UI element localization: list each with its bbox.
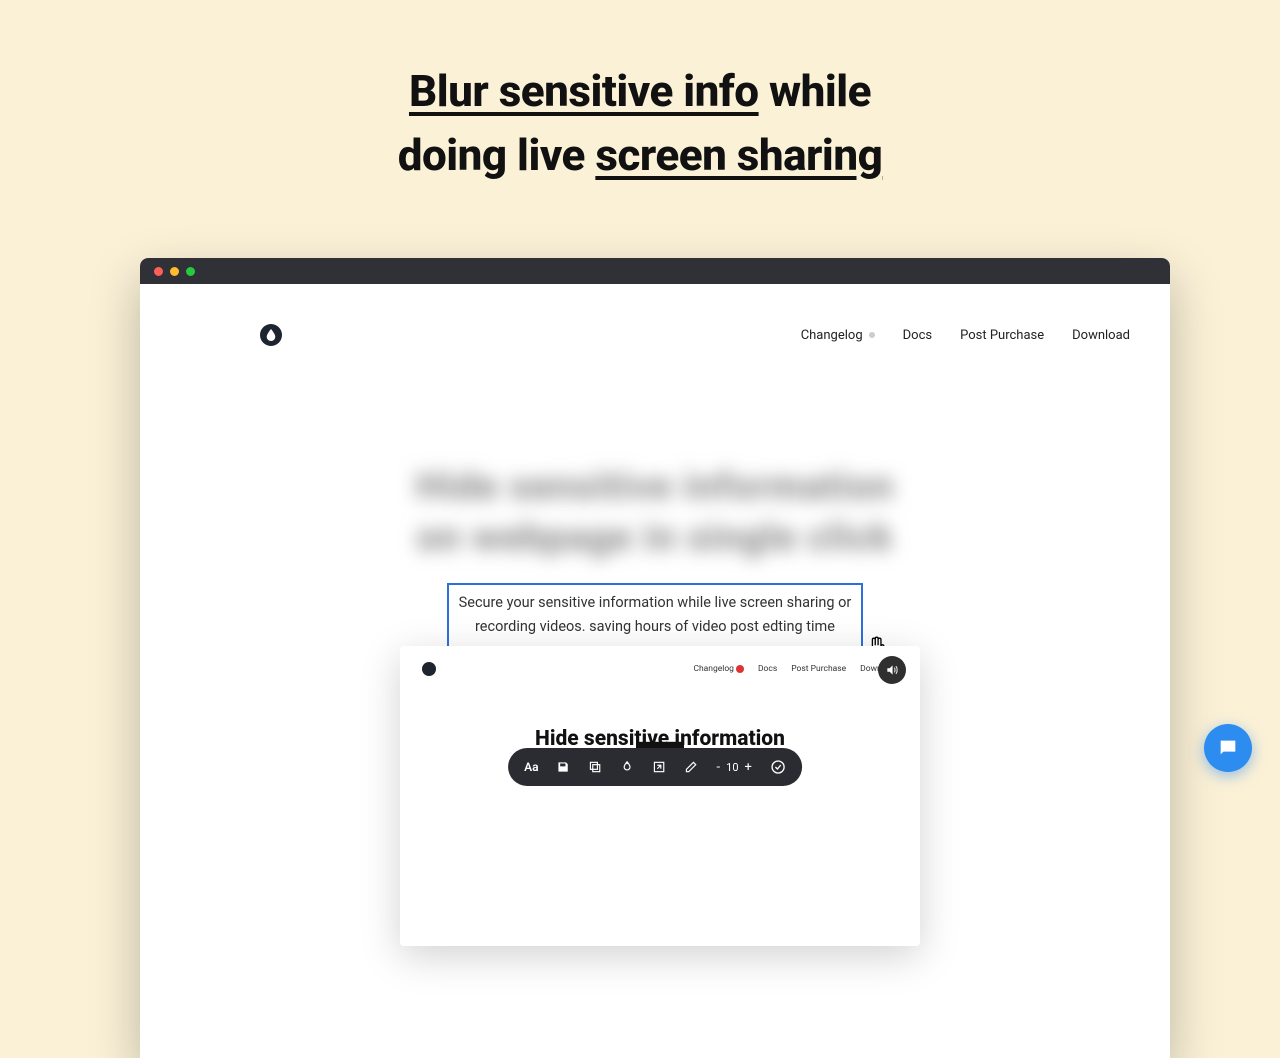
selected-text-line-1: Secure your sensitive information while … xyxy=(459,594,852,611)
inner-logo xyxy=(422,662,436,676)
page-headline: Blur sensitive info while doing live scr… xyxy=(0,0,1280,188)
toolbar-text-tool[interactable]: Aa xyxy=(524,760,538,774)
window-close-icon[interactable] xyxy=(154,267,163,276)
blurred-hero-title: Hide sensitive information on webpage in… xyxy=(140,462,1170,565)
headline-part2: while xyxy=(759,65,871,117)
mute-button[interactable] xyxy=(878,656,906,684)
toolbar-blur-size: - 10 + xyxy=(717,760,752,775)
inner-nav-changelog: Changelog xyxy=(693,664,744,674)
window-minimize-icon[interactable] xyxy=(170,267,179,276)
inner-navigation: Changelog Docs Post Purchase Download xyxy=(400,658,920,676)
selected-text-line-2: recording videos. saving hours of video … xyxy=(475,618,835,635)
nav-download[interactable]: Download xyxy=(1072,328,1130,343)
toolbar-size-value: 10 xyxy=(726,761,738,774)
toolbar-erase-tool[interactable] xyxy=(685,760,699,774)
copy-icon xyxy=(589,760,603,774)
inner-nav-post-purchase: Post Purchase xyxy=(791,664,846,674)
toolbar-decrease-button[interactable]: - xyxy=(717,760,721,775)
hero-section: Hide sensitive information on webpage in… xyxy=(140,462,1170,648)
blurred-line-2: on webpage in single click xyxy=(417,516,894,560)
toolbar-save-button[interactable] xyxy=(557,760,571,774)
embedded-video-card: Changelog Docs Post Purchase Download Hi… xyxy=(400,646,920,946)
webpage-content: Changelog Docs Post Purchase Download Hi… xyxy=(140,284,1170,1058)
headline-part3: doing live xyxy=(398,129,596,181)
window-maximize-icon[interactable] xyxy=(186,267,195,276)
top-navigation: Changelog Docs Post Purchase Download xyxy=(140,284,1170,362)
browser-window: Changelog Docs Post Purchase Download Hi… xyxy=(140,258,1170,1058)
headline-underlined-2: screen sharing xyxy=(595,129,882,181)
sound-icon xyxy=(885,663,899,677)
toolbar-increase-button[interactable]: + xyxy=(745,760,752,775)
check-circle-icon xyxy=(770,759,786,775)
chat-widget-button[interactable] xyxy=(1204,724,1252,772)
toolbar-blur-tool[interactable] xyxy=(621,760,635,774)
drop-icon xyxy=(266,329,276,341)
editor-toolbar: Aa - 10 + xyxy=(508,748,802,786)
site-logo[interactable] xyxy=(260,324,282,346)
headline-underlined-1: Blur sensitive info xyxy=(409,65,759,117)
toolbar-select-tool[interactable] xyxy=(653,760,667,774)
eraser-icon xyxy=(685,760,699,774)
nav-changelog-label: Changelog xyxy=(801,328,863,343)
blurred-line-1: Hide sensitive information xyxy=(416,465,894,509)
window-titlebar xyxy=(140,258,1170,284)
blur-tool-icon xyxy=(621,760,635,774)
nav-post-purchase[interactable]: Post Purchase xyxy=(960,328,1044,343)
inner-nav-docs: Docs xyxy=(758,664,777,674)
nav-changelog[interactable]: Changelog xyxy=(801,328,875,343)
inner-changelog-badge-icon xyxy=(736,665,744,673)
save-icon xyxy=(557,760,571,774)
toolbar-confirm-button[interactable] xyxy=(770,759,786,775)
changelog-indicator-icon xyxy=(869,332,875,338)
toolbar-copy-button[interactable] xyxy=(589,760,603,774)
chat-icon xyxy=(1217,737,1239,759)
selection-rectangle[interactable]: Secure your sensitive information while … xyxy=(447,583,864,648)
select-icon xyxy=(653,760,667,774)
nav-docs[interactable]: Docs xyxy=(903,328,932,343)
